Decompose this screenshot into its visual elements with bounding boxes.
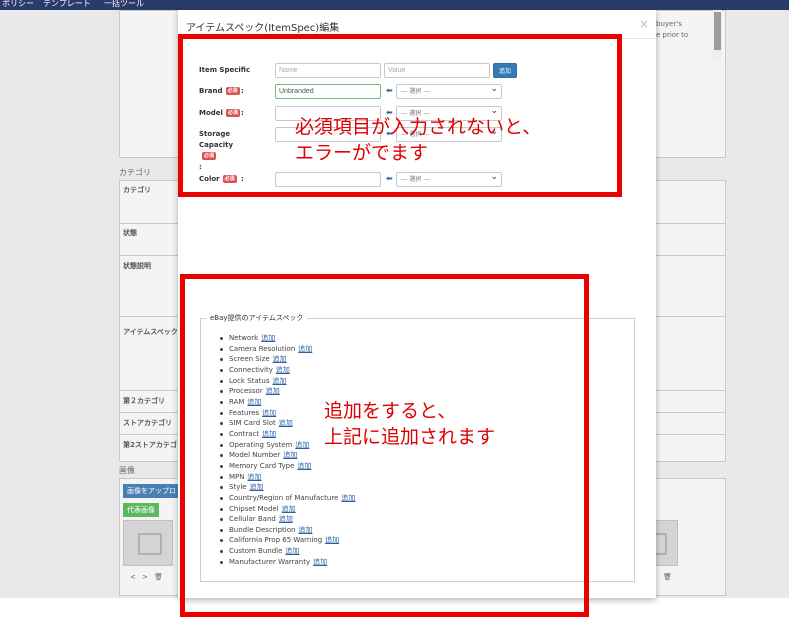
- bg-thumb-controls[interactable]: < > 🗑: [130, 573, 165, 581]
- bg-section-images: 画像: [119, 466, 135, 475]
- annotation-text-add-2: 上記に追加されます: [324, 426, 496, 448]
- modal-title: アイテムスペック(ItemSpec)編集: [186, 23, 340, 34]
- bg-row-second-category: 第２カテゴリ: [123, 397, 165, 405]
- bg-row-item-spec: アイテムスペック: [123, 328, 178, 336]
- bg-row-condition: 状態: [123, 229, 137, 237]
- annotation-text-required-2: エラーがでます: [295, 142, 429, 164]
- bg-row-category: カテゴリ: [123, 186, 151, 194]
- nav-item-policy[interactable]: ポリシー: [2, 0, 34, 9]
- annotation-text-add-1: 追加をすると、: [324, 400, 457, 422]
- nav-item-template[interactable]: テンプレート: [43, 0, 91, 9]
- bg-scrollbar[interactable]: [713, 10, 722, 62]
- nav-item-bulk-tools[interactable]: 一括ツール: [104, 0, 144, 9]
- top-navigation: ポリシー テンプレート 一括ツール: [0, 0, 789, 10]
- close-icon[interactable]: ×: [639, 17, 649, 31]
- bg-thumb-delete[interactable]: 🗑: [663, 573, 674, 581]
- bg-section-category: カテゴリ: [119, 168, 151, 177]
- bg-image-thumbnail[interactable]: [123, 520, 173, 566]
- bg-right-text-2: e prior to: [656, 31, 689, 39]
- bg-upload-button[interactable]: 画像をアップロ: [123, 484, 180, 498]
- bg-row-second-store-category: 第2ストアカテゴ: [123, 441, 177, 449]
- bg-row-store-category: ストアカテゴリ: [123, 419, 172, 427]
- bg-main-image-badge: 代表画像: [123, 503, 159, 517]
- annotation-text-required-1: 必須項目が入力されないと、: [295, 116, 542, 138]
- bg-right-text-1: buyer's: [656, 20, 682, 28]
- bg-row-condition-desc: 状態説明: [123, 262, 151, 270]
